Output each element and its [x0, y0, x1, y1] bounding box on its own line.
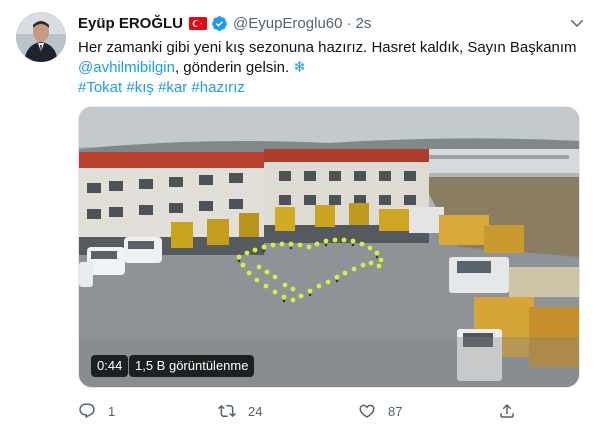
- hashtag-link[interactable]: #hazırız: [191, 79, 244, 96]
- tweet-text: Her zamanki gibi yeni kış sezonuna hazır…: [78, 38, 583, 98]
- share-icon: [500, 403, 514, 418]
- like-count: 87: [388, 403, 403, 419]
- view-count-badge: 1,5 B görüntülenme: [129, 355, 255, 377]
- author-name[interactable]: Eyüp EROĞLU: [78, 15, 183, 32]
- hashtag-link[interactable]: #kar: [158, 79, 187, 96]
- retweet-icon: [218, 404, 236, 418]
- retweet-button[interactable]: 24: [218, 402, 262, 420]
- timestamp[interactable]: 2s: [355, 15, 371, 32]
- avatar-image: [16, 12, 66, 62]
- chevron-down-icon[interactable]: [568, 14, 586, 32]
- like-button[interactable]: 87: [358, 402, 402, 420]
- reply-count: 1: [108, 403, 116, 419]
- share-button[interactable]: [498, 402, 516, 420]
- tweet-header: Eyüp EROĞLU @EyupEroglu60 · 2s: [78, 12, 371, 34]
- video-player[interactable]: 0:44 1,5 B görüntülenme: [78, 106, 580, 388]
- author-handle[interactable]: @EyupEroglu60: [233, 15, 342, 32]
- tweet-text-part2: , gönderin gelsin.: [174, 59, 294, 76]
- reply-button[interactable]: 1: [78, 402, 115, 420]
- mention-link[interactable]: @avhilmibilgin: [78, 59, 175, 76]
- verified-badge-icon: [212, 15, 227, 31]
- tweet-actions: 1 24 87: [78, 402, 578, 424]
- video-thumbnail: [79, 107, 579, 387]
- reply-icon: [79, 403, 95, 419]
- turkey-flag-icon: [189, 16, 208, 30]
- avatar[interactable]: [16, 12, 66, 62]
- tweet-text-part1: Her zamanki gibi yeni kış sezonuna hazır…: [78, 39, 577, 56]
- tweet-card[interactable]: Eyüp EROĞLU @EyupEroglu60 · 2s Her zaman…: [0, 0, 600, 435]
- retweet-count: 24: [248, 403, 263, 419]
- heart-icon: [359, 404, 375, 418]
- video-duration-badge: 0:44: [91, 355, 129, 377]
- hashtag-link[interactable]: #kış: [126, 79, 154, 96]
- separator-dot: ·: [346, 14, 352, 32]
- hashtag-link[interactable]: #Tokat: [78, 79, 122, 96]
- snowflake-emoji: ❄: [293, 59, 306, 76]
